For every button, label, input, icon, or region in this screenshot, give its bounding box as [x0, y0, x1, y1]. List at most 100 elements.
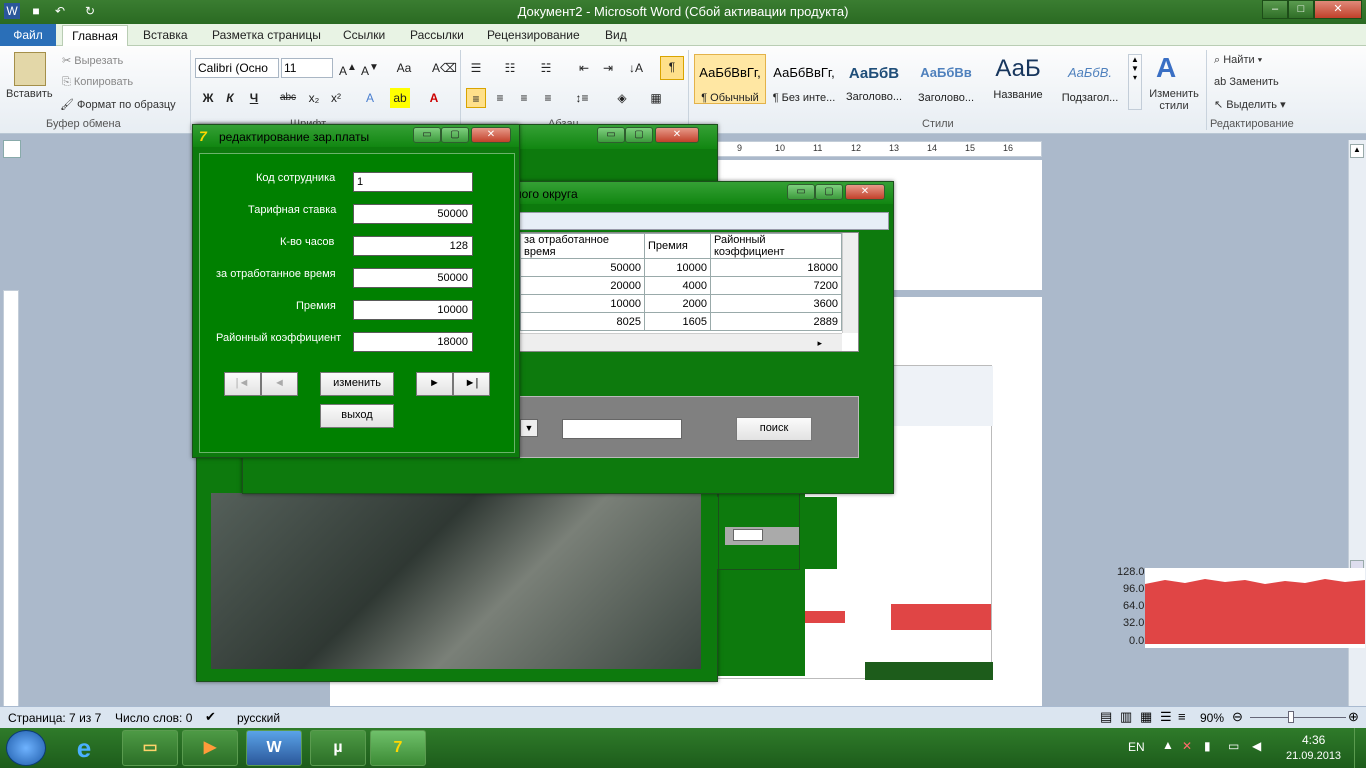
replace-button[interactable]: ab Заменить [1214, 76, 1279, 88]
change-button[interactable]: изменить [320, 372, 394, 396]
delphi-app-icon[interactable]: 7 [370, 730, 426, 766]
cell[interactable]: 10000 [644, 258, 711, 277]
copy-button[interactable]: ⎘ Копировать [62, 76, 133, 89]
tab-stop-selector[interactable] [3, 140, 21, 158]
zoom-thumb[interactable] [1288, 711, 1294, 723]
tray-expand-icon[interactable]: ▲ [1162, 738, 1174, 752]
draft-icon[interactable]: ≡ [1178, 709, 1186, 724]
change-case-icon[interactable]: Aa [394, 58, 414, 78]
tray-icon[interactable]: ▭ [1228, 739, 1239, 753]
close-button[interactable]: ✕ [1314, 0, 1362, 19]
table-row[interactable]: 8025 1605 2889 [520, 312, 842, 331]
tab-view[interactable]: Вид [605, 28, 627, 42]
tab-mailings[interactable]: Рассылки [410, 28, 464, 42]
cell[interactable]: 2889 [710, 312, 842, 331]
zoom-slider[interactable] [1250, 717, 1346, 718]
bold-icon[interactable]: Ж [198, 88, 218, 108]
show-desktop-button[interactable] [1354, 728, 1366, 768]
proofing-icon[interactable]: ✔ [205, 709, 216, 725]
close-button[interactable]: ✕ [845, 184, 885, 200]
cell[interactable]: 2000 [644, 294, 711, 313]
close-button[interactable]: ✕ [655, 127, 699, 143]
paste-button[interactable]: Вставить [6, 88, 53, 100]
tab-page-layout[interactable]: Разметка страницы [212, 28, 321, 42]
search-input[interactable] [562, 419, 682, 439]
grid-hscroll[interactable]: ▸ [520, 333, 842, 351]
close-button[interactable]: ✕ [471, 127, 511, 143]
subscript-icon[interactable]: x₂ [304, 88, 324, 108]
table-row[interactable]: 10000 2000 3600 [520, 294, 842, 313]
strikethrough-icon[interactable]: abc [278, 88, 298, 108]
decrease-indent-icon[interactable]: ⇤ [574, 58, 594, 78]
scroll-up-icon[interactable]: ▲ [1350, 144, 1364, 158]
highlight-icon[interactable]: ab [390, 88, 410, 108]
data-grid[interactable]: за отработанное время Премия Районный ко… [519, 232, 859, 352]
vertical-ruler[interactable] [3, 290, 19, 710]
zoom-level[interactable]: 90% [1200, 711, 1224, 725]
bonus-input[interactable]: 10000 [353, 300, 473, 320]
tariff-rate-input[interactable]: 50000 [353, 204, 473, 224]
minimize-button[interactable]: ▭ [413, 127, 441, 143]
show-marks-icon[interactable]: ¶ [660, 56, 684, 80]
numbering-icon[interactable]: ☷ [500, 58, 520, 78]
cell[interactable]: 4000 [644, 276, 711, 295]
change-styles-button[interactable]: Изменить стили [1146, 88, 1202, 112]
outline-icon[interactable]: ☰ [1160, 709, 1172, 725]
tab-references[interactable]: Ссылки [343, 28, 385, 42]
edit-window[interactable]: 7 редактирование зар.платы ▭ ▢ ✕ Код сот… [192, 124, 520, 458]
style-no-spacing[interactable]: АаБбВвГг, ¶ Без инте... [768, 54, 840, 104]
font-color-icon[interactable]: A [424, 88, 444, 108]
clear-format-icon[interactable]: A⌫ [432, 58, 457, 78]
maximize-button[interactable]: □ [1288, 0, 1314, 19]
volume-icon[interactable]: ◀ [1252, 739, 1261, 753]
style-subtitle[interactable]: АаБбВ. Подзагол... [1054, 54, 1126, 104]
maximize-button[interactable]: ▢ [625, 127, 653, 143]
explorer-icon[interactable]: ▭ [122, 730, 178, 766]
grow-font-icon[interactable]: A▲ [338, 58, 358, 78]
worked-time-input[interactable]: 50000 [353, 268, 473, 288]
clock-time[interactable]: 4:36 [1302, 733, 1325, 747]
page-indicator[interactable]: Страница: 7 из 7 [8, 711, 101, 725]
grid-vscroll[interactable] [842, 233, 858, 333]
maximize-button[interactable]: ▢ [441, 127, 469, 143]
align-right-icon[interactable]: ≡ [514, 88, 534, 108]
tray-icon[interactable]: ▮ [1204, 739, 1211, 753]
italic-icon[interactable]: К [220, 88, 240, 108]
text-effects-icon[interactable]: A [360, 88, 380, 108]
font-size-select[interactable]: 11 [281, 58, 333, 78]
minimize-button[interactable]: ▭ [787, 184, 815, 200]
align-left-icon[interactable]: ≡ [466, 88, 486, 108]
col-header[interactable]: Премия [644, 233, 711, 259]
styles-scroll[interactable]: ▲ ▼ ▾ [1128, 54, 1142, 110]
employee-code-input[interactable]: 1 [353, 172, 473, 192]
superscript-icon[interactable]: x² [326, 88, 346, 108]
data-table[interactable]: за отработанное время Премия Районный ко… [520, 233, 842, 331]
word-count[interactable]: Число слов: 0 [115, 711, 192, 725]
web-layout-icon[interactable]: ▦ [1140, 709, 1152, 725]
table-row[interactable]: 20000 4000 7200 [520, 276, 842, 295]
format-painter-button[interactable]: 🖌 Формат по образцу [60, 98, 176, 111]
regional-coef-input[interactable]: 18000 [353, 332, 473, 352]
language-indicator[interactable]: русский [237, 711, 280, 725]
cell[interactable]: 18000 [710, 258, 842, 277]
language-bar[interactable]: EN [1128, 740, 1145, 754]
search-button[interactable]: поиск [736, 417, 812, 441]
underline-icon[interactable]: Ч [244, 88, 264, 108]
style-heading2[interactable]: АаБбВв Заголово... [910, 54, 982, 104]
hours-input[interactable]: 128 [353, 236, 473, 256]
clock-date[interactable]: 21.09.2013 [1286, 750, 1341, 762]
zoom-out-icon[interactable]: ⊖ [1232, 709, 1243, 725]
line-spacing-icon[interactable]: ↕≡ [572, 88, 592, 108]
tab-file[interactable]: Файл [0, 24, 56, 46]
align-center-icon[interactable]: ≡ [490, 88, 510, 108]
cell[interactable]: 8025 [520, 312, 645, 331]
utorrent-icon[interactable]: µ [310, 730, 366, 766]
cut-button[interactable]: ✂ Вырезать [62, 54, 123, 67]
shrink-font-icon[interactable]: A▼ [360, 58, 380, 78]
next-record-button[interactable]: ► [416, 372, 453, 396]
cell[interactable]: 50000 [520, 258, 645, 277]
network-icon[interactable]: ✕ [1182, 739, 1192, 753]
multilevel-list-icon[interactable]: ☵ [536, 58, 556, 78]
style-heading1[interactable]: АаБбВ Заголово... [838, 54, 910, 104]
shading-icon[interactable]: ◈ [612, 88, 632, 108]
